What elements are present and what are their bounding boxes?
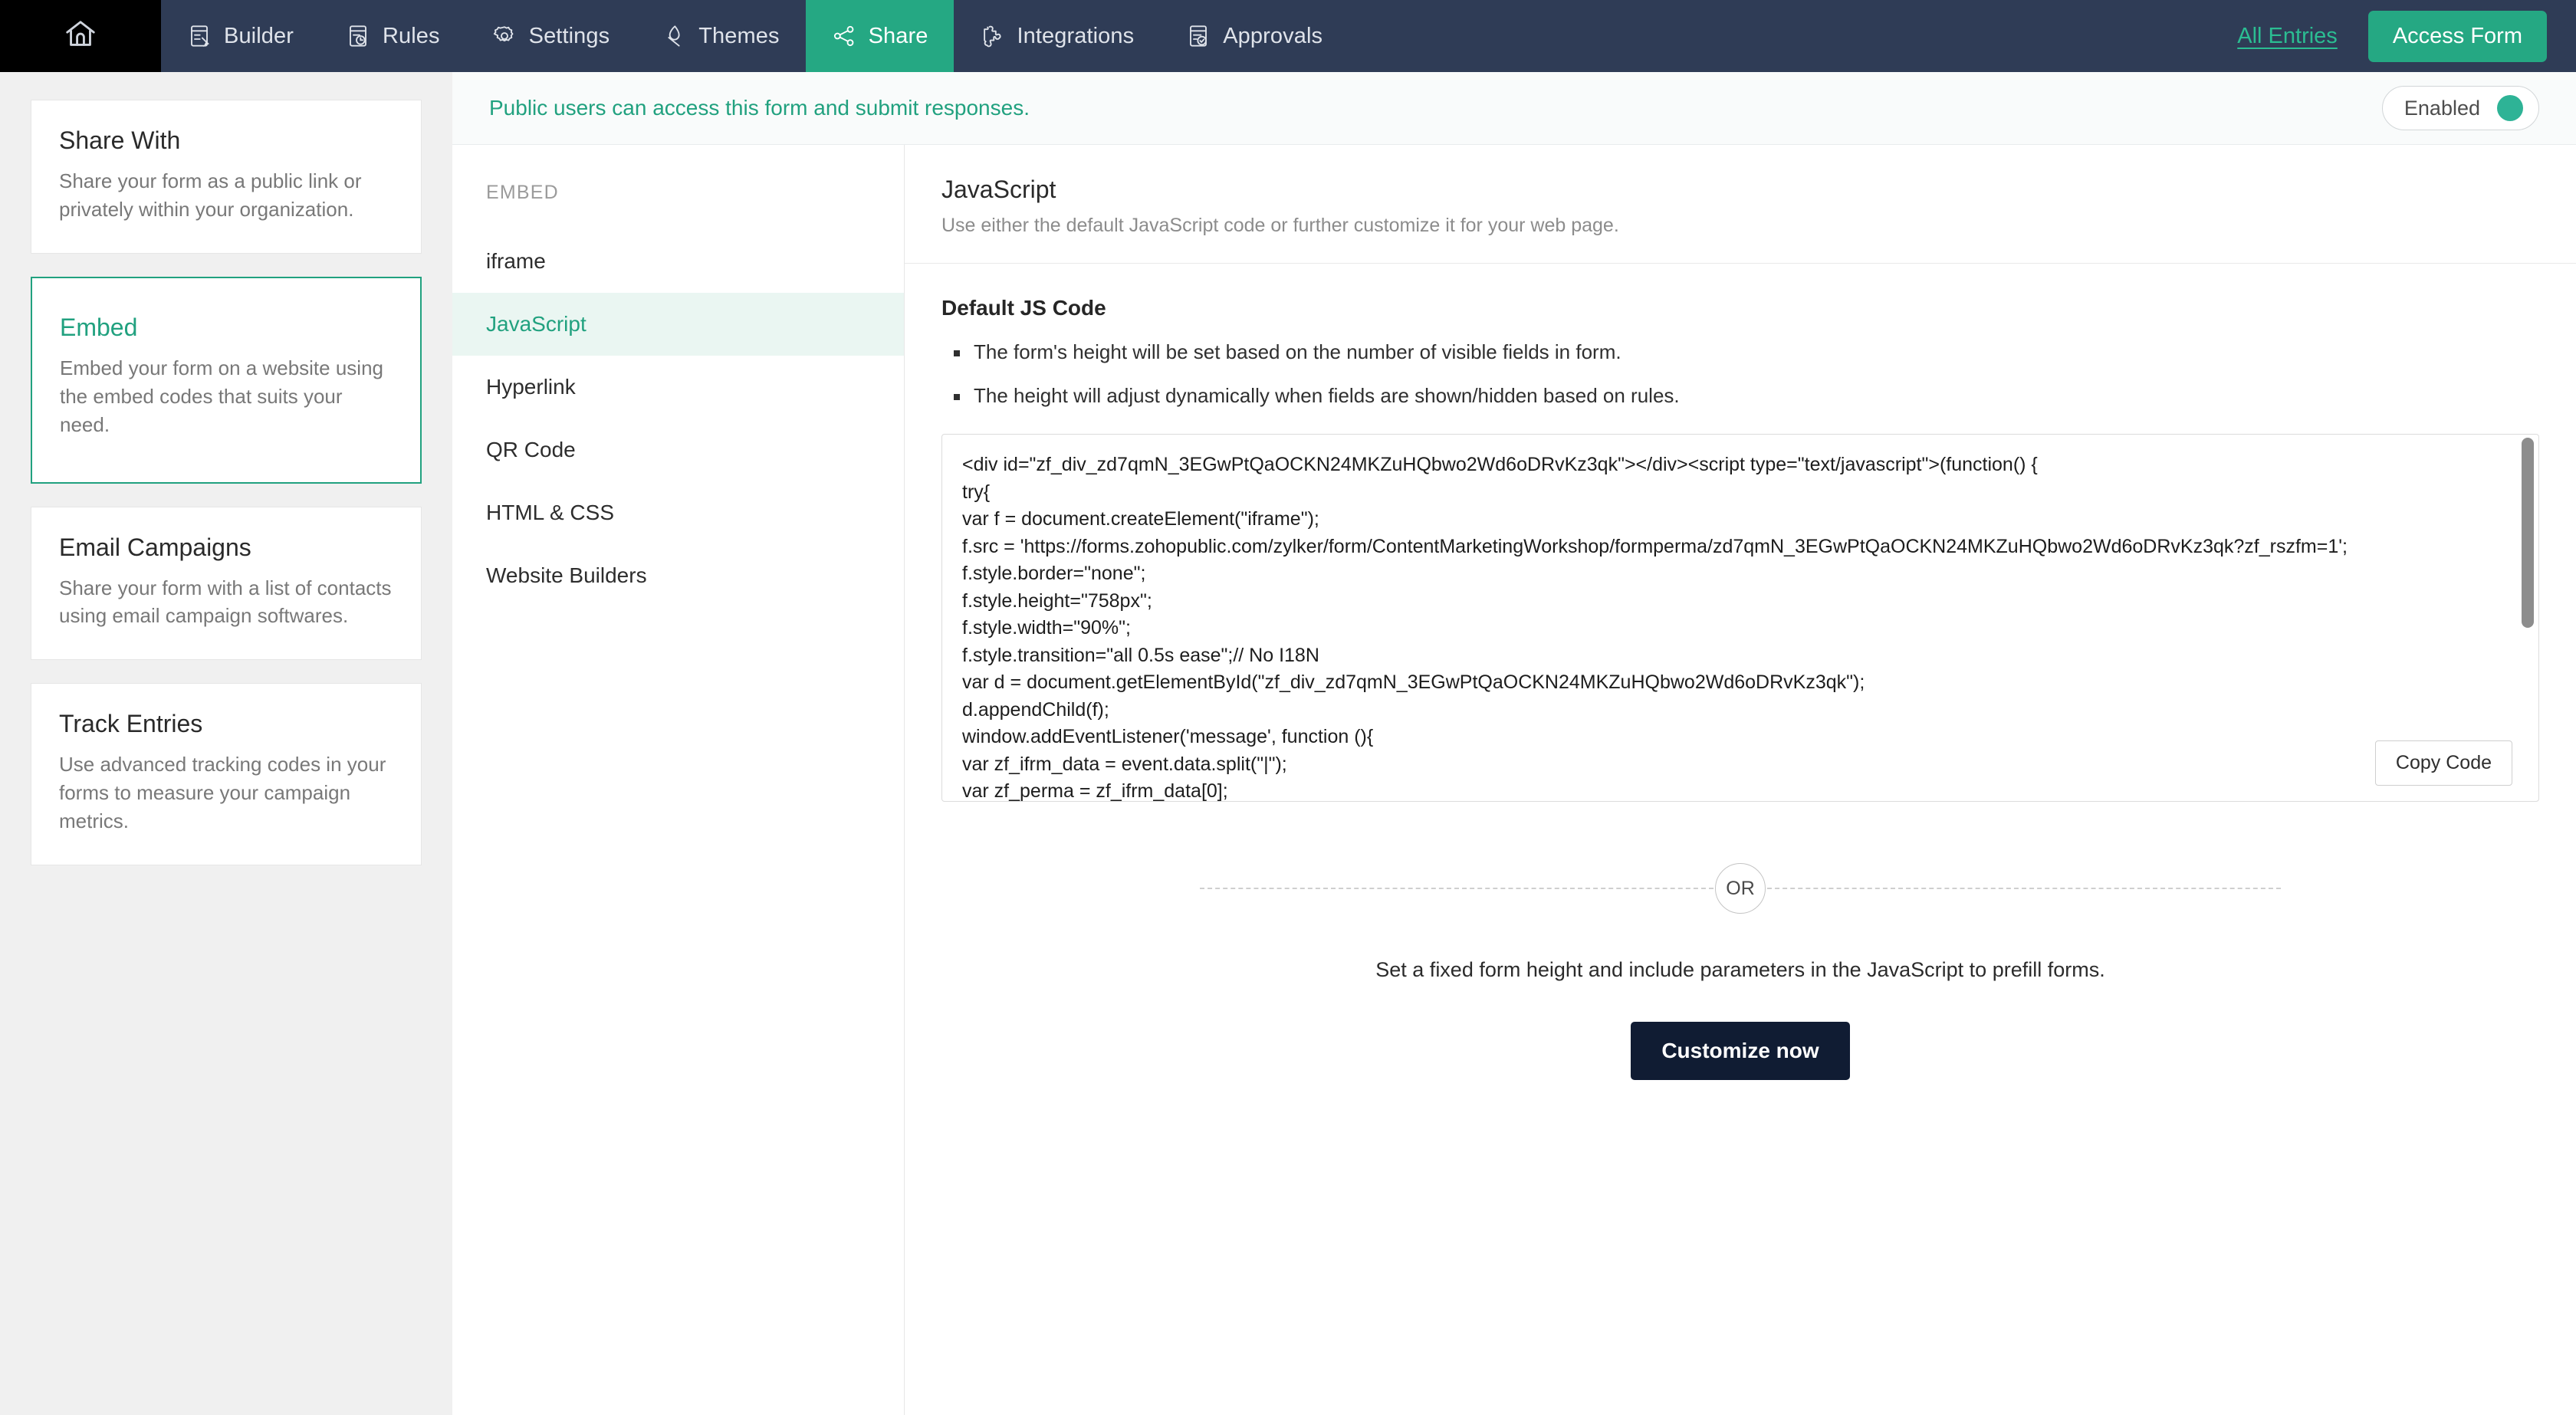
public-access-notice-bar: Public users can access this form and su… <box>452 72 2576 145</box>
builder-icon <box>187 24 212 48</box>
default-js-code-title: Default JS Code <box>941 296 1106 320</box>
notice-text: Public users can access this form and su… <box>489 96 1030 120</box>
or-badge: OR <box>1715 863 1766 914</box>
all-entries-link[interactable]: All Entries <box>2237 24 2338 49</box>
access-form-button[interactable]: Access Form <box>2367 10 2547 62</box>
nav-item-share[interactable]: Share <box>805 0 955 72</box>
home-button[interactable] <box>0 0 161 72</box>
page-subtitle: Use either the default JavaScript code o… <box>941 215 1619 236</box>
sidebar-card-desc: Share your form with a list of contacts … <box>59 576 392 628</box>
nav-item-label: Themes <box>698 23 780 48</box>
default-js-code-bullets: The form's height will be set based on t… <box>941 340 2539 408</box>
embed-item-qr-code[interactable]: QR Code <box>452 419 904 481</box>
sidebar-card-desc: Share your form as a public link or priv… <box>59 169 362 221</box>
nav-item-builder[interactable]: Builder <box>161 0 320 72</box>
nav-item-rules[interactable]: Rules <box>320 0 466 72</box>
nav-item-label: Settings <box>528 23 610 48</box>
toggle-label: Enabled <box>2404 96 2480 120</box>
code-scroll-area[interactable]: <div id="zf_div_zd7qmN_3EGwPtQaOCKN24MKZ… <box>942 435 2522 801</box>
share-sidebar: Share With Share your form as a public l… <box>0 72 452 1415</box>
nav-item-label: Rules <box>382 23 440 48</box>
sidebar-card-desc: Use advanced tracking codes in your form… <box>59 753 386 833</box>
or-divider-line-left <box>1200 888 1714 889</box>
embed-item-html-css[interactable]: HTML & CSS <box>452 481 904 544</box>
page-body: Share With Share your form as a public l… <box>0 72 2576 1415</box>
share-icon <box>832 24 856 48</box>
or-divider-line-right <box>1767 888 2281 889</box>
bullet-item: The height will adjust dynamically when … <box>941 384 2539 408</box>
nav-item-label: Integrations <box>1017 23 1135 48</box>
prefill-description: Set a fixed form height and include para… <box>1375 958 2105 981</box>
top-navigation-bar: Builder Rules Settings Themes Share Inte… <box>0 0 2576 72</box>
nav-item-label: Share <box>868 23 928 48</box>
rules-icon <box>346 24 370 48</box>
approvals-icon <box>1186 24 1211 48</box>
nav-item-label: Builder <box>224 23 294 48</box>
embed-item-website-builders[interactable]: Website Builders <box>452 544 904 607</box>
toggle-status-dot <box>2497 95 2523 121</box>
customize-now-button[interactable]: Customize now <box>1631 1022 1850 1080</box>
sidebar-card-email-campaigns[interactable]: Email Campaigns Share your form with a l… <box>31 506 422 661</box>
embed-list-heading: EMBED <box>486 182 559 203</box>
sidebar-card-title: Email Campaigns <box>59 533 251 561</box>
embed-code-text: <div id="zf_div_zd7qmN_3EGwPtQaOCKN24MKZ… <box>962 454 2348 801</box>
sidebar-card-desc: Embed your form on a website using the e… <box>60 356 383 436</box>
sidebar-card-embed[interactable]: Embed Embed your form on a website using… <box>31 276 422 484</box>
panels: EMBED iframe JavaScript Hyperlink QR Cod… <box>452 145 2576 1415</box>
code-scrollbar-track[interactable] <box>2522 438 2534 798</box>
nav-item-integrations[interactable]: Integrations <box>954 0 1160 72</box>
nav-right-actions: All Entries Access Form <box>2237 0 2576 72</box>
nav-item-approvals[interactable]: Approvals <box>1160 0 1349 72</box>
copy-code-button[interactable]: Copy Code <box>2374 740 2512 786</box>
public-access-toggle[interactable]: Enabled <box>2381 86 2539 130</box>
sidebar-card-track-entries[interactable]: Track Entries Use advanced tracking code… <box>31 683 422 866</box>
sidebar-card-title: Track Entries <box>59 710 203 738</box>
customize-button-wrap: Customize now <box>941 1022 2539 1080</box>
sidebar-card-title: Share With <box>59 126 181 154</box>
main-content: JavaScript Use either the default JavaSc… <box>905 145 2576 1415</box>
nav-item-list: Builder Rules Settings Themes Share Inte… <box>161 0 1349 72</box>
home-icon <box>63 17 98 56</box>
embed-item-iframe[interactable]: iframe <box>452 230 904 293</box>
embed-item-hyperlink[interactable]: Hyperlink <box>452 356 904 419</box>
main-header: JavaScript Use either the default JavaSc… <box>905 145 2576 264</box>
embed-item-javascript[interactable]: JavaScript <box>452 293 904 356</box>
gear-icon <box>492 24 517 48</box>
nav-item-themes[interactable]: Themes <box>636 0 805 72</box>
right-region: Public users can access this form and su… <box>452 72 2576 1415</box>
embed-type-list: EMBED iframe JavaScript Hyperlink QR Cod… <box>452 145 905 1415</box>
bullet-item: The form's height will be set based on t… <box>941 340 2539 364</box>
main-body: Default JS Code The form's height will b… <box>905 264 2576 1415</box>
sidebar-card-share-with[interactable]: Share With Share your form as a public l… <box>31 100 422 254</box>
sidebar-card-title: Embed <box>60 313 138 341</box>
puzzle-icon <box>980 24 1004 48</box>
nav-item-label: Approvals <box>1223 23 1323 48</box>
nav-item-settings[interactable]: Settings <box>466 0 636 72</box>
code-scrollbar-thumb[interactable] <box>2522 438 2534 628</box>
or-divider: OR <box>1200 863 2281 914</box>
themes-icon <box>662 24 686 48</box>
embed-code-box[interactable]: <div id="zf_div_zd7qmN_3EGwPtQaOCKN24MKZ… <box>941 434 2539 802</box>
page-title: JavaScript <box>941 176 1056 203</box>
